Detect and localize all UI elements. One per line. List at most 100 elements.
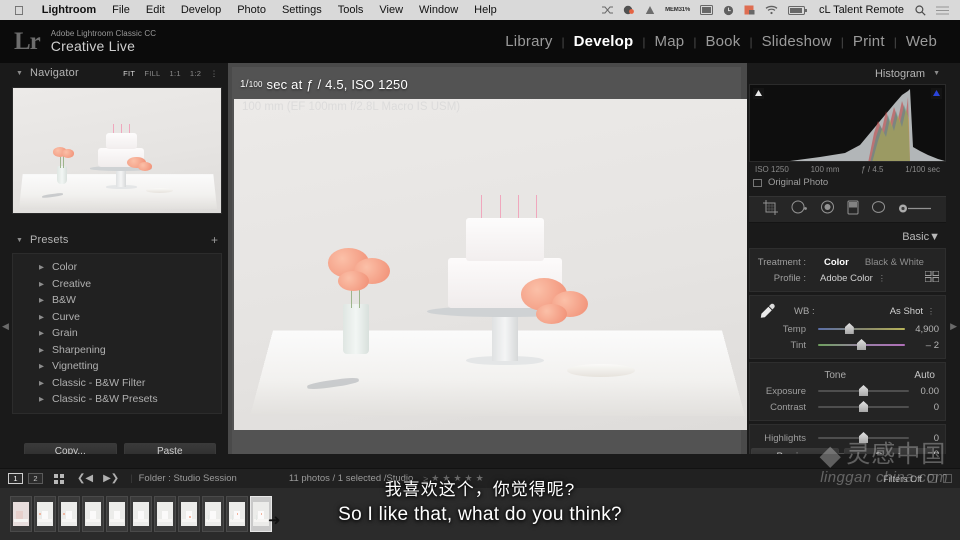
histogram-graph[interactable]	[749, 84, 946, 162]
treatment-color-option[interactable]: Color	[816, 257, 857, 268]
temp-slider[interactable]	[818, 323, 905, 335]
tint-value[interactable]: – 2	[909, 340, 939, 351]
right-panel-collapse-icon[interactable]: ▶	[950, 321, 957, 332]
shadow-clipping-icon[interactable]	[753, 88, 764, 99]
chevron-down-icon[interactable]: ▼	[933, 70, 940, 77]
wifi-icon[interactable]	[760, 5, 783, 15]
preset-group-classic-bw-presets[interactable]: ▶ Classic - B&W Presets	[13, 391, 221, 408]
chevron-right-icon: ▶	[39, 297, 44, 305]
module-book[interactable]: Book	[696, 33, 749, 50]
menu-item-view[interactable]: View	[371, 4, 411, 16]
chevron-down-icon[interactable]: ▼	[16, 70, 23, 77]
menu-item-edit[interactable]: Edit	[138, 4, 173, 16]
menu-item-settings[interactable]: Settings	[274, 4, 330, 16]
presets-header[interactable]: ▼ Presets +	[12, 230, 222, 250]
crop-icon[interactable]	[763, 199, 779, 220]
screenshot-icon[interactable]	[739, 5, 760, 15]
highlight-clipping-icon[interactable]	[931, 88, 942, 99]
preset-group-classic-bw-filter[interactable]: ▶ Classic - B&W Filter	[13, 375, 221, 392]
add-preset-icon[interactable]: +	[211, 233, 222, 247]
preset-group-bw[interactable]: ▶ B&W	[13, 292, 221, 309]
radial-filter-icon[interactable]	[871, 200, 886, 219]
preset-group-sharpening[interactable]: ▶ Sharpening	[13, 342, 221, 359]
chevron-right-icon: ▶	[39, 330, 44, 338]
highlights-label: Highlights	[764, 432, 806, 444]
tint-row: Tint – 2	[756, 337, 939, 353]
graduated-filter-icon[interactable]	[847, 200, 859, 220]
develop-tool-strip	[749, 196, 946, 223]
profile-stepper-icon[interactable]: ⋮	[878, 274, 886, 283]
preset-group-vignetting[interactable]: ▶ Vignetting	[13, 358, 221, 375]
module-develop[interactable]: Develop	[565, 33, 643, 50]
auto-tone-button[interactable]: Auto	[914, 370, 939, 381]
menu-item-file[interactable]: File	[104, 4, 138, 16]
shuffle-icon[interactable]	[597, 5, 618, 15]
main-photo[interactable]	[234, 99, 755, 430]
colorwheel-icon[interactable]	[618, 5, 640, 16]
tint-slider[interactable]	[818, 339, 905, 351]
talent-remote-label[interactable]: cL Talent Remote	[813, 4, 910, 16]
spot-removal-icon[interactable]	[791, 200, 808, 219]
exposure-value[interactable]: 0.00	[913, 386, 940, 397]
preset-group-creative[interactable]: ▶ Creative	[13, 276, 221, 293]
menu-item-photo[interactable]: Photo	[229, 4, 274, 16]
search-icon[interactable]	[910, 4, 931, 16]
clock-icon[interactable]	[718, 5, 739, 16]
histogram-title: Histogram	[874, 67, 926, 80]
chevron-down-icon[interactable]: ▼	[16, 237, 23, 244]
profile-value[interactable]: Adobe Color	[820, 273, 873, 284]
histogram-header[interactable]: Histogram ▼	[749, 63, 946, 84]
temp-value[interactable]: 4,900	[909, 324, 939, 335]
original-photo-checkbox[interactable]	[753, 178, 762, 187]
basic-panel-header[interactable]: Basic ▼	[749, 228, 946, 245]
treatment-label: Treatment :	[757, 256, 806, 268]
exif-exposure-overlay: 1/100 sec at ƒ / 4.5, ISO 1250	[240, 77, 408, 92]
exif-exposure-rest: sec at ƒ / 4.5, ISO 1250	[266, 77, 408, 92]
battery-icon[interactable]	[783, 5, 813, 15]
module-print[interactable]: Print	[844, 33, 894, 50]
module-map[interactable]: Map	[646, 33, 694, 50]
left-panel-collapse-icon[interactable]: ◀	[2, 321, 9, 332]
display-icon[interactable]	[695, 5, 718, 15]
redeye-icon[interactable]	[820, 200, 835, 219]
original-photo-row[interactable]: Original Photo	[749, 174, 946, 188]
preset-group-grain[interactable]: ▶ Grain	[13, 325, 221, 342]
zoom-option-fit[interactable]: FIT	[123, 69, 135, 78]
navigator-preview[interactable]	[12, 87, 222, 214]
mem-value: 31%	[678, 7, 691, 13]
lightroom-logo: Lr	[14, 27, 41, 55]
zoom-stepper-icon[interactable]: ⋮	[210, 69, 218, 78]
zoom-option-1to2[interactable]: 1:2	[190, 69, 201, 78]
image-canvas[interactable]: 1/100 sec at ƒ / 4.5, ISO 1250 100 mm (E…	[228, 63, 755, 468]
navigator-zoom-options: FIT FILL 1:1 1:2 ⋮	[123, 69, 222, 78]
control-center-icon[interactable]	[931, 6, 954, 15]
contrast-slider[interactable]	[818, 401, 909, 413]
menu-item-help[interactable]: Help	[466, 4, 505, 16]
menu-item-tools[interactable]: Tools	[330, 4, 372, 16]
apple-icon[interactable]: 	[14, 4, 24, 17]
zoom-option-1to1[interactable]: 1:1	[170, 69, 181, 78]
module-library[interactable]: Library	[496, 33, 561, 50]
menu-item-window[interactable]: Window	[411, 4, 466, 16]
menu-item-develop[interactable]: Develop	[173, 4, 229, 16]
zoom-option-fill[interactable]: FILL	[144, 69, 160, 78]
warning-icon[interactable]	[640, 5, 660, 15]
chevron-down-icon[interactable]: ▼	[929, 231, 940, 243]
menu-item-lightroom[interactable]: Lightroom	[34, 4, 104, 16]
profile-browser-icon[interactable]	[924, 270, 940, 285]
preset-group-curve[interactable]: ▶ Curve	[13, 309, 221, 326]
wb-value[interactable]: As Shot	[890, 306, 927, 317]
contrast-value[interactable]: 0	[913, 402, 939, 413]
module-web[interactable]: Web	[897, 33, 946, 50]
module-slideshow[interactable]: Slideshow	[753, 33, 841, 50]
eyedropper-icon[interactable]	[756, 302, 782, 320]
navigator-header[interactable]: ▼ Navigator FIT FILL 1:1 1:2 ⋮	[12, 63, 222, 83]
treatment-bw-option[interactable]: Black & White	[857, 257, 932, 268]
mem-icon[interactable]: MEM 31%	[660, 7, 695, 13]
preset-group-color[interactable]: ▶ Color	[13, 259, 221, 276]
exposure-slider[interactable]	[818, 385, 909, 397]
chevron-right-icon: ▶	[39, 346, 44, 354]
preset-label: Creative	[52, 277, 92, 290]
wb-stepper-icon[interactable]: ⋮	[927, 307, 939, 316]
adjustment-brush-icon[interactable]	[898, 201, 932, 219]
